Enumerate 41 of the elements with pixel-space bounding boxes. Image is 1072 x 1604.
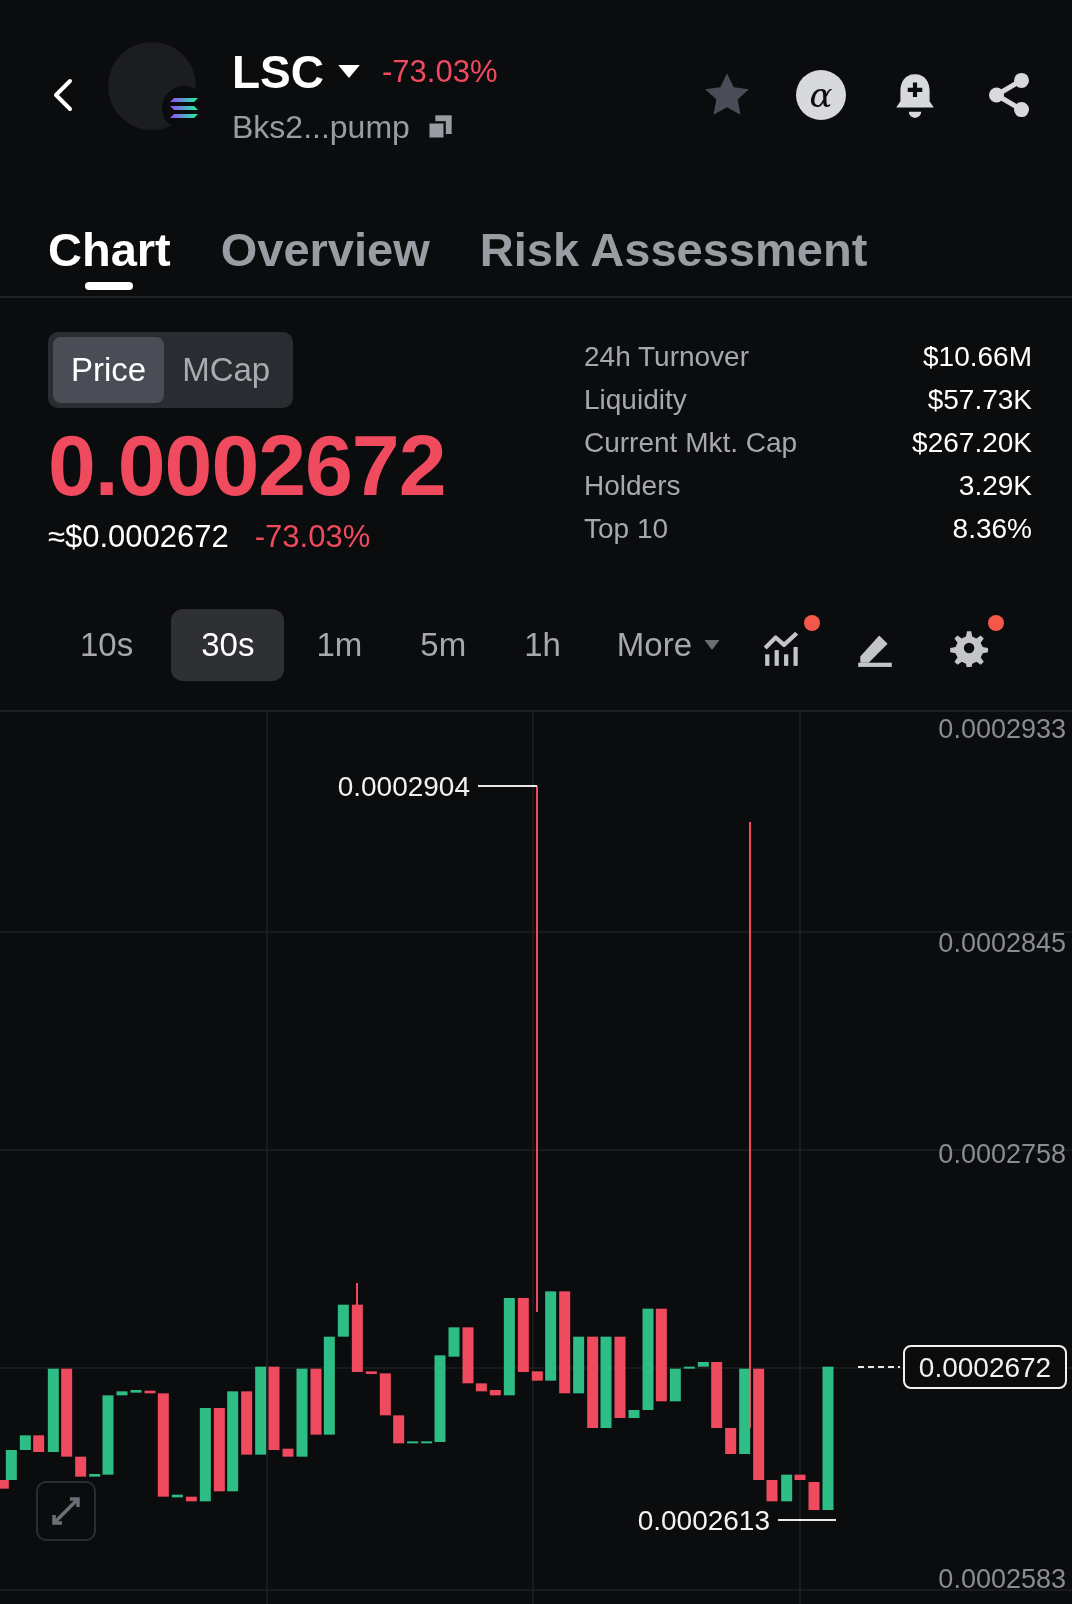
stat-label: Holders — [584, 471, 681, 501]
timeframe-tab[interactable]: 1h — [498, 609, 587, 681]
usd-price: ≈$0.0002672 — [48, 519, 229, 555]
low-price-label: 0.0002613 — [637, 1505, 770, 1536]
tab[interactable]: Overview — [220, 190, 430, 290]
timeframe-tab[interactable]: 5m — [394, 609, 493, 681]
stat-value: $57.73K — [927, 385, 1032, 415]
timeframe-tab[interactable]: 30s — [171, 609, 285, 681]
leader-line — [477, 785, 538, 787]
leader-line — [777, 1519, 837, 1521]
caret-down-icon[interactable] — [338, 65, 360, 78]
expand-icon[interactable] — [36, 1481, 96, 1541]
caret-down-icon — [704, 640, 721, 650]
stat-label: Liquidity — [584, 385, 687, 415]
high-price-label: 0.0002904 — [337, 771, 470, 802]
current-price-tag: 0.0002672 — [903, 1345, 1067, 1389]
toggle-option[interactable]: MCap — [164, 337, 289, 403]
stat-value: 3.29K — [958, 471, 1032, 501]
stat-value: $267.20K — [912, 428, 1032, 458]
timeframe-tab[interactable]: 1m — [290, 609, 389, 681]
tab[interactable]: Risk Assessment — [479, 190, 868, 290]
stat-label: 24h Turnover — [584, 342, 749, 372]
token-address: Bks2...pump — [232, 108, 410, 146]
stat-value: 8.36% — [952, 514, 1032, 544]
stat-label: Current Mkt. Cap — [584, 428, 798, 458]
axis-label: 0.0002933 — [938, 714, 1066, 744]
price-change: -73.03% — [254, 519, 371, 555]
current-price: 0.0002672 — [48, 416, 446, 515]
axis-label: 0.0002758 — [938, 1139, 1066, 1169]
alpha-button[interactable]: α — [796, 70, 846, 120]
tab[interactable]: Chart — [48, 190, 171, 290]
token-symbol[interactable]: LSC — [232, 44, 324, 99]
price-change: -73.03% — [382, 53, 498, 90]
axis-label: 0.0002583 — [938, 1564, 1066, 1594]
more-dropdown[interactable]: More — [616, 626, 721, 664]
stat-label: Top 10 — [584, 514, 669, 544]
axis-label: 0.0002845 — [938, 928, 1066, 958]
toggle-option[interactable]: Price — [53, 337, 165, 403]
timeframe-tab[interactable]: 10s — [54, 609, 160, 681]
price-line — [857, 1366, 901, 1368]
stat-value: $10.66M — [923, 342, 1032, 372]
